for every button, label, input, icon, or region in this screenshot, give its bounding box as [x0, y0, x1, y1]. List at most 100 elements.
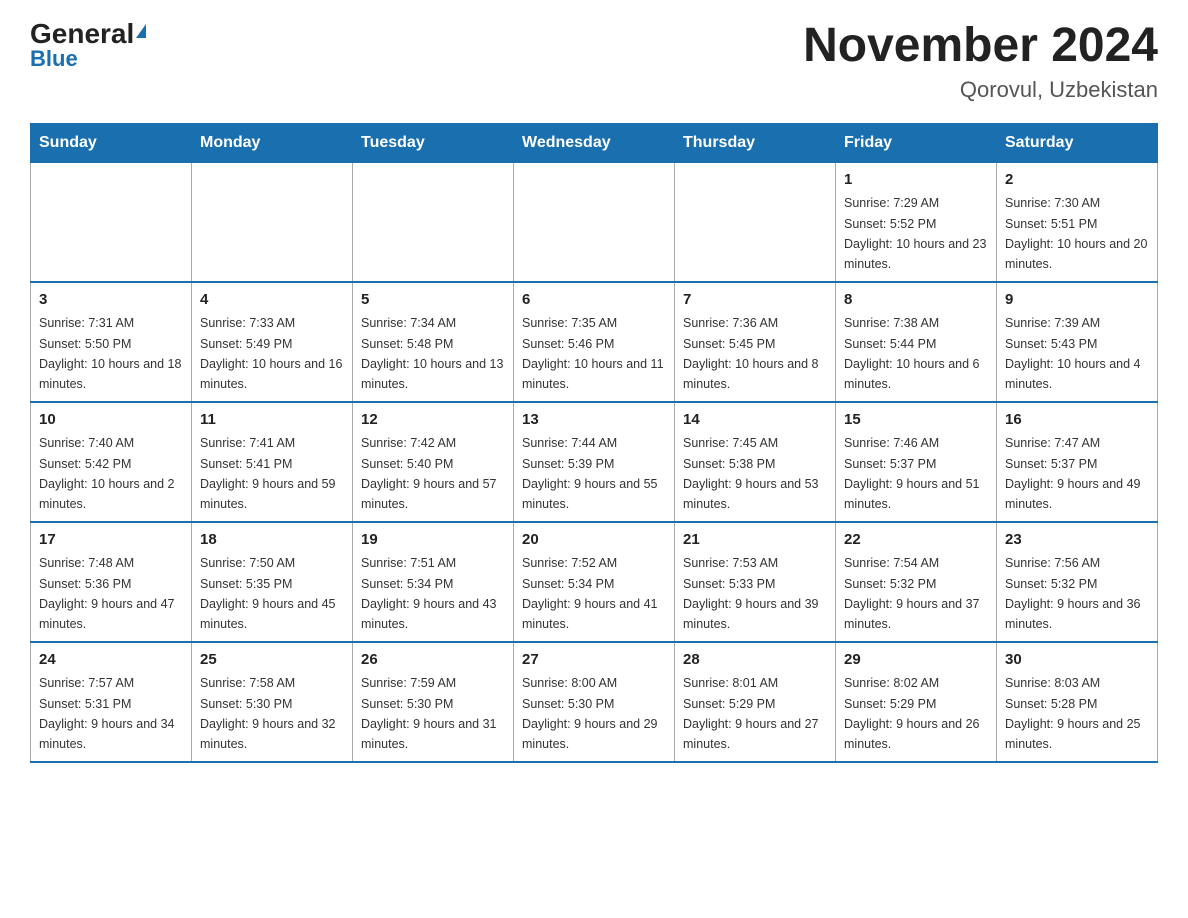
day-info: Sunrise: 7:51 AMSunset: 5:34 PMDaylight:…	[361, 556, 497, 631]
calendar-week-row: 3 Sunrise: 7:31 AMSunset: 5:50 PMDaylight…	[31, 282, 1158, 402]
calendar-header-row: SundayMondayTuesdayWednesdayThursdayFrid…	[31, 123, 1158, 162]
day-info: Sunrise: 8:00 AMSunset: 5:30 PMDaylight:…	[522, 676, 658, 751]
logo-blue-text: Blue	[30, 48, 78, 70]
day-info: Sunrise: 7:31 AMSunset: 5:50 PMDaylight:…	[39, 316, 181, 391]
calendar-week-row: 1 Sunrise: 7:29 AMSunset: 5:52 PMDaylight…	[31, 162, 1158, 282]
calendar-header-wednesday: Wednesday	[514, 123, 675, 162]
calendar-cell	[675, 162, 836, 282]
calendar-cell: 25 Sunrise: 7:58 AMSunset: 5:30 PMDayligh…	[192, 642, 353, 762]
day-number: 16	[1005, 409, 1149, 432]
calendar-week-row: 24Sunrise: 7:57 AMSunset: 5:31 PMDayligh…	[31, 642, 1158, 762]
title-area: November 2024 Qorovul, Uzbekistan	[803, 20, 1158, 103]
calendar-week-row: 10Sunrise: 7:40 AMSunset: 5:42 PMDayligh…	[31, 402, 1158, 522]
day-info: Sunrise: 7:59 AMSunset: 5:30 PMDaylight:…	[361, 676, 497, 751]
calendar-cell: 28 Sunrise: 8:01 AMSunset: 5:29 PMDayligh…	[675, 642, 836, 762]
day-info: Sunrise: 7:48 AMSunset: 5:36 PMDaylight:…	[39, 556, 175, 631]
calendar-cell: 22 Sunrise: 7:54 AMSunset: 5:32 PMDayligh…	[836, 522, 997, 642]
calendar-cell: 5 Sunrise: 7:34 AMSunset: 5:48 PMDaylight…	[353, 282, 514, 402]
day-info: Sunrise: 7:46 AMSunset: 5:37 PMDaylight:…	[844, 436, 980, 511]
day-number: 9	[1005, 289, 1149, 312]
day-number: 19	[361, 529, 505, 552]
day-info: Sunrise: 7:30 AMSunset: 5:51 PMDaylight:…	[1005, 196, 1147, 271]
day-number: 22	[844, 529, 988, 552]
calendar-cell: 7Sunrise: 7:36 AMSunset: 5:45 PMDaylight…	[675, 282, 836, 402]
calendar-cell: 26 Sunrise: 7:59 AMSunset: 5:30 PMDayligh…	[353, 642, 514, 762]
calendar-header-saturday: Saturday	[997, 123, 1158, 162]
day-number: 25	[200, 649, 344, 672]
day-number: 27	[522, 649, 666, 672]
header: General Blue November 2024 Qorovul, Uzbe…	[30, 20, 1158, 103]
day-number: 2	[1005, 169, 1149, 192]
day-number: 12	[361, 409, 505, 432]
day-info: Sunrise: 8:02 AMSunset: 5:29 PMDaylight:…	[844, 676, 980, 751]
day-info: Sunrise: 7:50 AMSunset: 5:35 PMDaylight:…	[200, 556, 336, 631]
calendar-header-sunday: Sunday	[31, 123, 192, 162]
day-info: Sunrise: 7:56 AMSunset: 5:32 PMDaylight:…	[1005, 556, 1141, 631]
day-number: 1	[844, 169, 988, 192]
day-info: Sunrise: 7:52 AMSunset: 5:34 PMDaylight:…	[522, 556, 658, 631]
calendar-location: Qorovul, Uzbekistan	[803, 77, 1158, 103]
calendar-cell: 3 Sunrise: 7:31 AMSunset: 5:50 PMDaylight…	[31, 282, 192, 402]
day-number: 3	[39, 289, 183, 312]
calendar-cell: 21 Sunrise: 7:53 AMSunset: 5:33 PMDayligh…	[675, 522, 836, 642]
calendar-header-friday: Friday	[836, 123, 997, 162]
calendar-cell: 27 Sunrise: 8:00 AMSunset: 5:30 PMDayligh…	[514, 642, 675, 762]
day-number: 26	[361, 649, 505, 672]
day-number: 11	[200, 409, 344, 432]
calendar-cell: 10Sunrise: 7:40 AMSunset: 5:42 PMDayligh…	[31, 402, 192, 522]
calendar-cell: 19 Sunrise: 7:51 AMSunset: 5:34 PMDayligh…	[353, 522, 514, 642]
calendar-cell: 14Sunrise: 7:45 AMSunset: 5:38 PMDayligh…	[675, 402, 836, 522]
day-number: 5	[361, 289, 505, 312]
day-info: Sunrise: 7:42 AMSunset: 5:40 PMDaylight:…	[361, 436, 497, 511]
calendar-cell: 17Sunrise: 7:48 AMSunset: 5:36 PMDayligh…	[31, 522, 192, 642]
calendar-cell: 8 Sunrise: 7:38 AMSunset: 5:44 PMDaylight…	[836, 282, 997, 402]
day-info: Sunrise: 7:38 AMSunset: 5:44 PMDaylight:…	[844, 316, 980, 391]
day-number: 21	[683, 529, 827, 552]
calendar-cell: 20 Sunrise: 7:52 AMSunset: 5:34 PMDayligh…	[514, 522, 675, 642]
calendar-cell	[514, 162, 675, 282]
calendar-cell	[353, 162, 514, 282]
day-info: Sunrise: 7:54 AMSunset: 5:32 PMDaylight:…	[844, 556, 980, 631]
day-number: 6	[522, 289, 666, 312]
day-info: Sunrise: 7:44 AMSunset: 5:39 PMDaylight:…	[522, 436, 658, 511]
calendar-cell: 9Sunrise: 7:39 AMSunset: 5:43 PMDaylight…	[997, 282, 1158, 402]
day-number: 8	[844, 289, 988, 312]
calendar-title: November 2024	[803, 20, 1158, 73]
day-number: 18	[200, 529, 344, 552]
day-number: 20	[522, 529, 666, 552]
day-number: 14	[683, 409, 827, 432]
day-info: Sunrise: 7:58 AMSunset: 5:30 PMDaylight:…	[200, 676, 336, 751]
day-number: 15	[844, 409, 988, 432]
calendar-header-monday: Monday	[192, 123, 353, 162]
day-info: Sunrise: 7:34 AMSunset: 5:48 PMDaylight:…	[361, 316, 503, 391]
calendar-header-thursday: Thursday	[675, 123, 836, 162]
day-info: Sunrise: 7:36 AMSunset: 5:45 PMDaylight:…	[683, 316, 819, 391]
day-info: Sunrise: 7:29 AMSunset: 5:52 PMDaylight:…	[844, 196, 986, 271]
calendar-cell: 6 Sunrise: 7:35 AMSunset: 5:46 PMDaylight…	[514, 282, 675, 402]
calendar-cell	[31, 162, 192, 282]
day-info: Sunrise: 7:41 AMSunset: 5:41 PMDaylight:…	[200, 436, 336, 511]
day-info: Sunrise: 7:53 AMSunset: 5:33 PMDaylight:…	[683, 556, 819, 631]
day-info: Sunrise: 8:03 AMSunset: 5:28 PMDaylight:…	[1005, 676, 1141, 751]
calendar-cell: 16 Sunrise: 7:47 AMSunset: 5:37 PMDayligh…	[997, 402, 1158, 522]
day-info: Sunrise: 7:47 AMSunset: 5:37 PMDaylight:…	[1005, 436, 1141, 511]
day-number: 23	[1005, 529, 1149, 552]
calendar-cell: 23 Sunrise: 7:56 AMSunset: 5:32 PMDayligh…	[997, 522, 1158, 642]
calendar-cell: 18 Sunrise: 7:50 AMSunset: 5:35 PMDayligh…	[192, 522, 353, 642]
calendar-cell: 12 Sunrise: 7:42 AMSunset: 5:40 PMDayligh…	[353, 402, 514, 522]
calendar-cell	[192, 162, 353, 282]
logo: General Blue	[30, 20, 146, 70]
calendar-cell: 2 Sunrise: 7:30 AMSunset: 5:51 PMDaylight…	[997, 162, 1158, 282]
day-info: Sunrise: 7:35 AMSunset: 5:46 PMDaylight:…	[522, 316, 664, 391]
logo-triangle-icon	[136, 24, 146, 38]
day-info: Sunrise: 8:01 AMSunset: 5:29 PMDaylight:…	[683, 676, 819, 751]
logo-general-text: General	[30, 20, 134, 48]
day-number: 29	[844, 649, 988, 672]
day-number: 28	[683, 649, 827, 672]
day-info: Sunrise: 7:40 AMSunset: 5:42 PMDaylight:…	[39, 436, 175, 511]
day-number: 30	[1005, 649, 1149, 672]
calendar-cell: 15 Sunrise: 7:46 AMSunset: 5:37 PMDayligh…	[836, 402, 997, 522]
calendar-cell: 4Sunrise: 7:33 AMSunset: 5:49 PMDaylight…	[192, 282, 353, 402]
calendar-table: SundayMondayTuesdayWednesdayThursdayFrid…	[30, 123, 1158, 763]
calendar-cell: 1 Sunrise: 7:29 AMSunset: 5:52 PMDaylight…	[836, 162, 997, 282]
